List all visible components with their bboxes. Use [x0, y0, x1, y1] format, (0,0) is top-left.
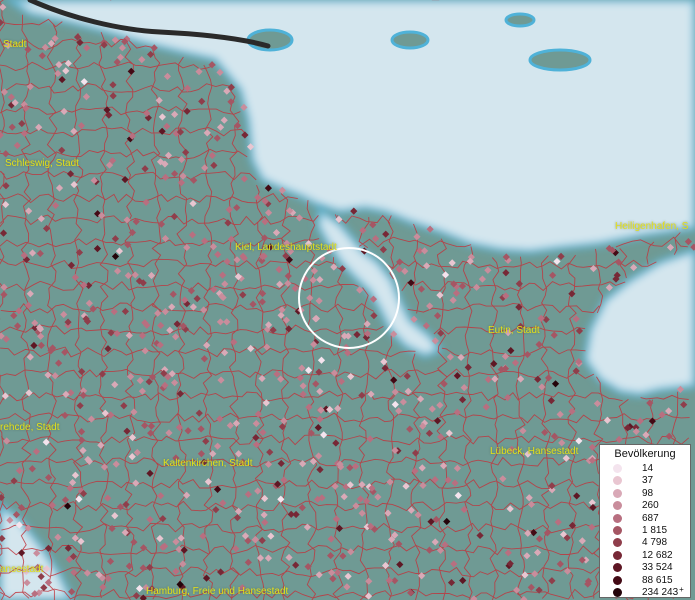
- legend-label: 234 243+: [642, 584, 684, 598]
- legend-swatch: [613, 563, 622, 573]
- legend-label: 14: [642, 463, 654, 474]
- legend-row: 12 682: [600, 549, 690, 561]
- legend-swatch: [613, 538, 622, 548]
- legend-row: 14: [600, 462, 690, 474]
- place-label-kiel[interactable]: Kiel, Landeshauptstadt: [235, 243, 337, 253]
- legend-swatch: [613, 464, 622, 473]
- legend-row: 1 815: [600, 524, 690, 536]
- place-label-kaltenkirchen[interactable]: Kaltenkirchen, Stadt: [163, 459, 253, 469]
- legend-swatch: [613, 575, 622, 585]
- legend-label: 1 815: [642, 524, 668, 536]
- place-label-stadt[interactable]: Stadt: [3, 40, 26, 50]
- island: [504, 12, 536, 28]
- legend-label: 98: [642, 487, 654, 499]
- place-label-schleswig[interactable]: Schleswig, Stadt: [5, 159, 79, 169]
- legend-label: 88 615: [642, 574, 673, 586]
- legend-row: 37: [600, 474, 690, 486]
- legend-swatch: [613, 513, 622, 523]
- legend-label: 687: [642, 512, 659, 524]
- legend-swatch: [613, 550, 622, 560]
- legend-swatch: [613, 587, 622, 597]
- legend-rows: 14 37 98 260 687 1 815 4 798 12 682 33 524 88 615…: [600, 462, 690, 598]
- legend-row: 234 243+: [600, 584, 690, 598]
- legend-label: 4 798: [642, 537, 668, 549]
- legend-label: 12 682: [642, 549, 673, 561]
- legend-label: 260: [642, 500, 659, 512]
- place-label-eutin[interactable]: Eutin, Stadt: [488, 326, 540, 336]
- map-canvas[interactable]: [0, 0, 695, 600]
- legend-swatch: [613, 476, 622, 486]
- legend-row: 33 524: [600, 561, 690, 573]
- legend-row: 98: [600, 487, 690, 499]
- legend-swatch: [613, 501, 622, 511]
- legend-label: 33 524: [642, 562, 673, 574]
- place-label-heiligenhafen[interactable]: Heiligenhafen, S: [615, 222, 688, 232]
- population-legend: Bevölkerung 14 37 98 260 687 1 815 4 798 12 682…: [599, 444, 691, 598]
- legend-title: Bevölkerung: [614, 448, 676, 460]
- legend-swatch: [613, 488, 622, 498]
- place-label-rendsburg[interactable]: rehcde, Stadt: [0, 423, 59, 433]
- place-label-hansestadt[interactable]: ansestadt: [0, 565, 43, 575]
- legend-plus-mark: +: [679, 584, 684, 594]
- legend-swatch: [613, 525, 622, 535]
- legend-row: 4 798: [600, 536, 690, 548]
- island: [390, 30, 430, 50]
- place-label-luebeck[interactable]: Lübeck, Hansestadt: [490, 447, 578, 457]
- legend-row: 88 615: [600, 574, 690, 586]
- island: [528, 48, 592, 72]
- legend-row: 260: [600, 499, 690, 511]
- place-label-hamburg[interactable]: Hamburg, Freie und Hansestadt: [146, 587, 288, 597]
- legend-label: 37: [642, 475, 654, 487]
- legend-row: 687: [600, 512, 690, 524]
